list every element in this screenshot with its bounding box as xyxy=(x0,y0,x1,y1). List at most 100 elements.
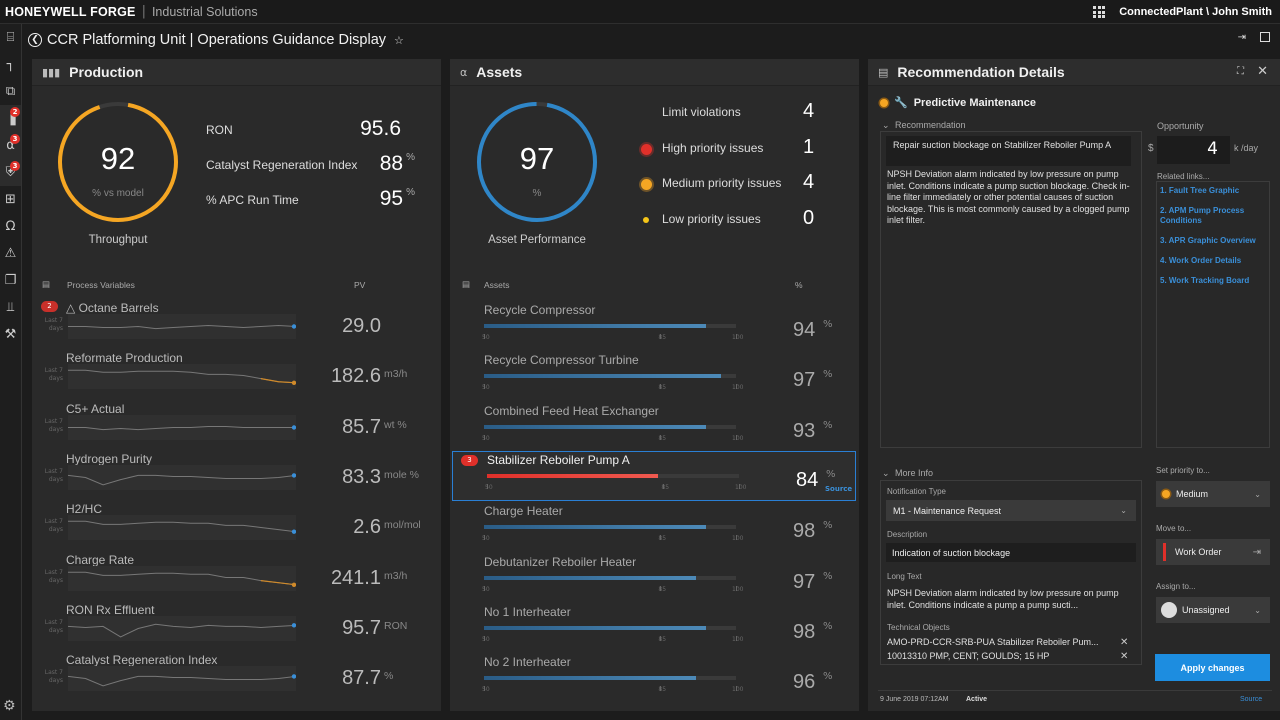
footer-divider xyxy=(878,690,1272,691)
process-variable-row[interactable]: 2 △ Octane Barrels Last 7 days 29.0 xyxy=(32,301,441,351)
user-menu[interactable]: ConnectedPlant \ John Smith xyxy=(1119,6,1272,18)
asset-row[interactable]: Recycle Compressor 50 85 100 94% xyxy=(450,302,859,352)
sidebar-item[interactable]: ⊞ xyxy=(0,186,21,213)
tick-label: 50 xyxy=(482,334,490,341)
sidebar-item[interactable]: ⚒ xyxy=(0,321,21,348)
source-link[interactable]: Source xyxy=(825,485,852,493)
sidebar-item[interactable]: ⍺ 3 xyxy=(0,132,21,159)
related-link[interactable]: 1. Fault Tree Graphic xyxy=(1160,186,1266,196)
gauge-value: 92 xyxy=(100,141,136,176)
asset-row[interactable]: No 2 Interheater 50 85 100 96% xyxy=(450,654,859,704)
sparkline-path xyxy=(68,571,297,585)
sidebar-item[interactable]: ⌸ xyxy=(0,24,21,51)
priority-select[interactable]: Medium ⌄ xyxy=(1156,481,1270,507)
more-info-chevron-icon[interactable]: ⌄ xyxy=(882,468,890,479)
asset-name: No 1 Interheater xyxy=(484,604,571,619)
issue-label[interactable]: Medium priority issues xyxy=(662,176,781,190)
asset-row[interactable]: No 1 Interheater 50 85 100 98% xyxy=(450,604,859,654)
process-variable-row[interactable]: RON Rx Effluent Last 7 days 95.7 RON xyxy=(32,603,441,653)
description-input[interactable]: Indication of suction blockage xyxy=(886,543,1136,562)
kpi-number: 95 xyxy=(379,187,404,210)
opportunity-value: 4 xyxy=(1207,139,1218,159)
sidebar-item[interactable]: ⧉ xyxy=(0,78,21,105)
pv-unit: RON xyxy=(384,619,408,632)
performance-bar-fill xyxy=(484,324,706,328)
remove-icon[interactable]: ✕ xyxy=(1120,637,1128,648)
favorite-star-icon[interactable]: ☆ xyxy=(394,34,404,47)
pv-value: 87.7 xyxy=(342,667,381,690)
asset-value: 94 xyxy=(793,319,816,341)
notification-type-select[interactable]: M1 - Maintenance Request ⌄ xyxy=(886,500,1136,521)
more-info-label[interactable]: More Info xyxy=(895,468,933,478)
asset-name: Combined Feed Heat Exchanger xyxy=(484,403,659,418)
assign-to-select[interactable]: Unassigned ⌄ xyxy=(1156,597,1270,623)
related-link[interactable]: 2. APM Pump Process Conditions xyxy=(1160,206,1266,226)
asset-name: No 2 Interheater xyxy=(484,655,571,670)
work-order-marker xyxy=(1163,543,1166,561)
sidebar-item[interactable]: Ω xyxy=(0,213,21,240)
sparkline xyxy=(68,565,297,591)
source-link[interactable]: Source xyxy=(1240,696,1262,703)
back-icon[interactable]: ❮ xyxy=(28,33,42,47)
export-icon[interactable]: ⇥ xyxy=(1238,32,1246,43)
pv-name: Charge Rate xyxy=(66,552,135,567)
remove-icon[interactable]: ✕ xyxy=(1120,651,1128,662)
sidebar-item[interactable]: ▐ 2 xyxy=(0,105,21,132)
related-link[interactable]: 5. Work Tracking Board xyxy=(1160,276,1266,286)
process-variable-row[interactable]: Catalyst Regeneration Index Last 7 days 87… xyxy=(32,653,441,703)
process-variable-row[interactable]: Hydrogen Purity Last 7 days 83.3 mole % xyxy=(32,452,441,502)
related-link[interactable]: 4. Work Order Details xyxy=(1160,256,1266,266)
fullscreen-icon[interactable] xyxy=(1260,32,1270,42)
technical-object-item: AMO-PRD-CCR-SRB-PUA Stabilizer Reboiler … xyxy=(887,637,1099,647)
add-box-icon: ⊞ xyxy=(5,192,16,207)
settings-gear-icon[interactable]: ⚙ xyxy=(3,698,16,714)
sidebar: ⌸ ┐ ⧉ ▐ 2 ⍺ 3 ⛨ 3 ⊞ Ω ⚠ ❐ ⫫ ⚒ ⚙ xyxy=(0,24,22,720)
related-links-label: Related links... xyxy=(1157,172,1210,181)
related-link[interactable]: 3. APR Graphic Overview xyxy=(1160,236,1266,246)
sidebar-item[interactable]: ❐ xyxy=(0,267,21,294)
pv-name: Hydrogen Purity xyxy=(66,451,153,466)
expand-icon[interactable]: ⛶ xyxy=(1237,66,1244,77)
collapse-chevron-icon[interactable]: ⌄ xyxy=(882,120,890,131)
process-variable-row[interactable]: H2/HC Last 7 days 2.6 mol/mol xyxy=(32,502,441,552)
sidebar-item[interactable]: ⛨ 3 xyxy=(0,159,21,186)
layers-icon: ⧉ xyxy=(5,84,16,99)
kpi-unit: % xyxy=(406,152,415,163)
chevron-down-icon: ⌄ xyxy=(1254,489,1261,499)
apply-changes-button[interactable]: Apply changes xyxy=(1155,654,1270,681)
bar-scale: 50 85 100 xyxy=(485,479,746,491)
close-icon[interactable]: ✕ xyxy=(1257,64,1268,79)
process-variable-row[interactable]: Charge Rate Last 7 days 241.1 m3/h xyxy=(32,553,441,603)
issue-label[interactable]: Low priority issues xyxy=(662,212,761,226)
process-variable-row[interactable]: Reformate Production Last 7 days 182.6 m3/h xyxy=(32,351,441,401)
asset-row[interactable]: Recycle Compressor Turbine 50 85 100 97% xyxy=(450,352,859,402)
tick-label: 100 xyxy=(732,535,744,543)
performance-bar xyxy=(484,374,736,379)
priority-value: Medium xyxy=(1176,489,1209,499)
performance-bar xyxy=(484,676,736,681)
sparkline xyxy=(67,615,297,641)
title-bar: ❮ CCR Platforming Unit | Operations Guid… xyxy=(22,24,1280,56)
brand-subtitle: Industrial Solutions xyxy=(151,4,258,19)
opportunity-input[interactable]: 4 xyxy=(1157,136,1230,164)
sidebar-item[interactable]: ⚠ xyxy=(0,240,21,267)
sidebar-item[interactable]: ⫫ xyxy=(0,294,21,321)
pv-unit: wt % xyxy=(384,418,407,431)
asset-unit: % xyxy=(823,419,833,431)
export-icon: ⇥ xyxy=(1252,546,1261,558)
brand-logo[interactable]: HONEYWELL FORGE xyxy=(5,5,136,19)
status-label: Active xyxy=(966,696,988,703)
issue-label[interactable]: Limit violations xyxy=(662,105,741,119)
move-to-select[interactable]: Work Order ⇥ xyxy=(1156,539,1270,565)
process-variable-row[interactable]: C5+ Actual Last 7 days 85.7 wt % xyxy=(32,402,441,452)
last-7-days-label: Last 7 days xyxy=(44,669,63,685)
asset-row[interactable]: Combined Feed Heat Exchanger 50 85 100 93% xyxy=(450,403,859,453)
sidebar-item[interactable]: ┐ xyxy=(0,51,21,78)
recommendation-section-label[interactable]: Recommendation xyxy=(895,120,966,130)
asset-row[interactable]: Debutanizer Reboiler Heater 50 85 100 97% xyxy=(450,554,859,604)
asset-row[interactable]: 3 Stabilizer Reboiler Pump A 50 85 100 84% Sou… xyxy=(452,450,856,501)
asset-row[interactable]: Charge Heater 50 85 100 98% xyxy=(450,503,859,553)
app-grid-icon[interactable] xyxy=(1093,6,1106,18)
issue-label[interactable]: High priority issues xyxy=(662,141,763,155)
kpi-value: 95.6 xyxy=(360,117,401,141)
